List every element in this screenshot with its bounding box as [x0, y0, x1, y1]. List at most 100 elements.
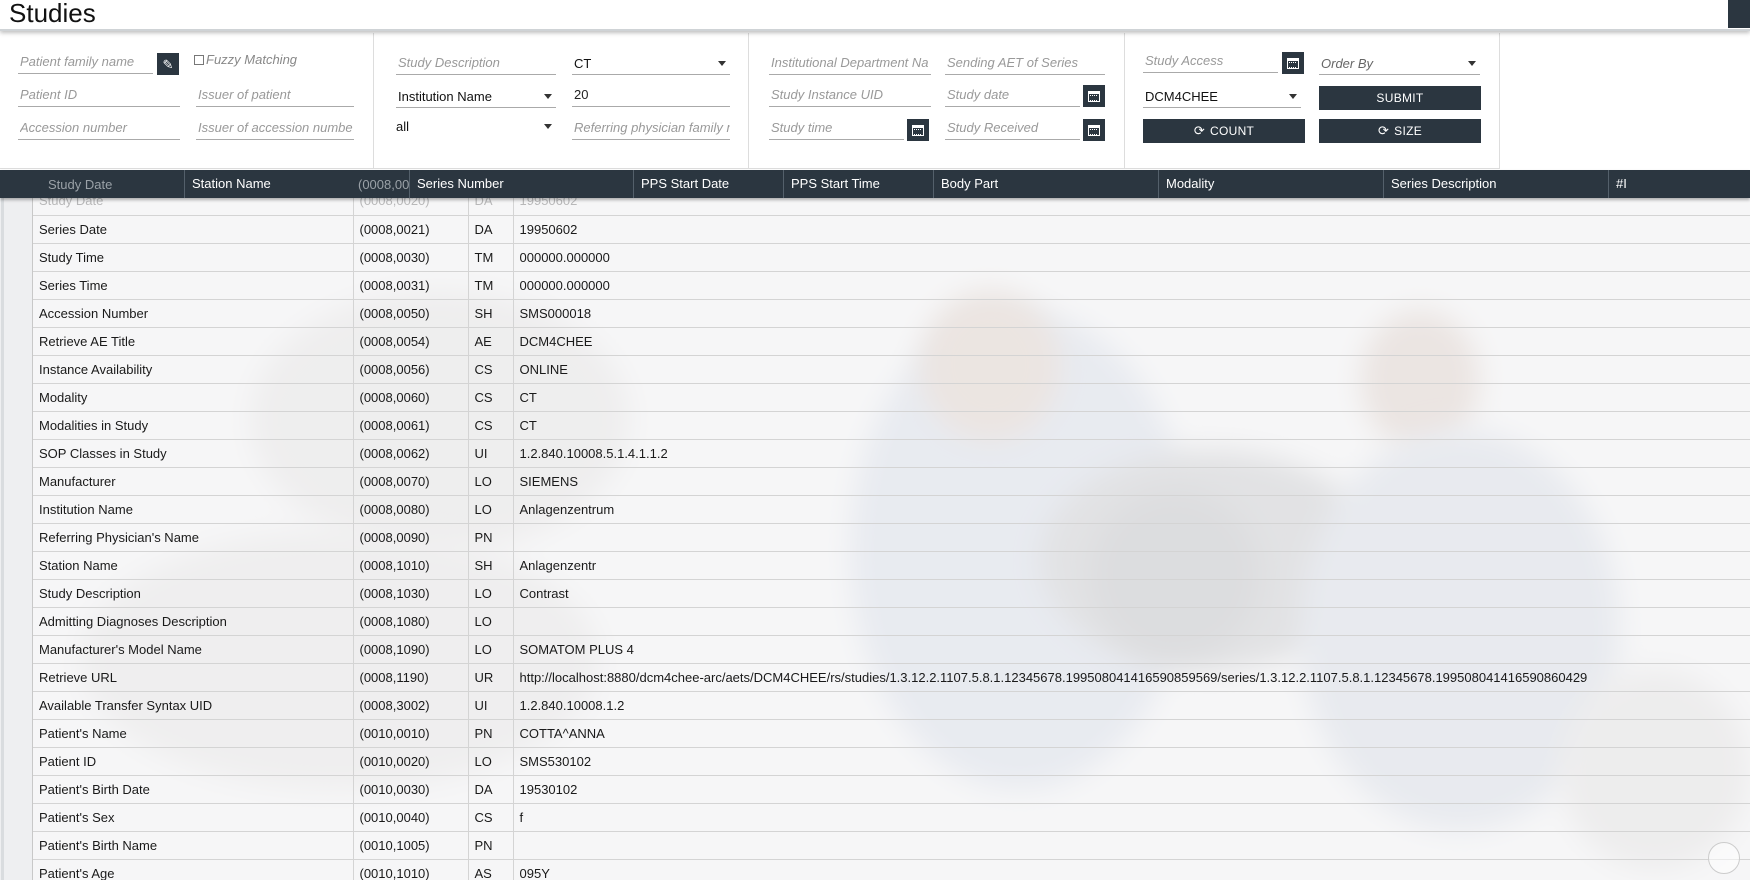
- all-select[interactable]: all: [394, 114, 556, 138]
- attribute-row[interactable]: Study Time (0008,0030) TM 000000.000000: [33, 243, 1750, 272]
- attribute-value-cell: COTTA^ANNA: [512, 719, 1750, 748]
- attribute-value-cell: 1.2.840.10008.1.2: [512, 691, 1750, 720]
- aet-select[interactable]: DCM4CHEE: [1143, 84, 1301, 108]
- attribute-name-cell: Patient ID: [33, 747, 353, 776]
- referring-physician-field[interactable]: [572, 116, 730, 140]
- attribute-row[interactable]: Referring Physician's Name (0008,0090) PN: [33, 523, 1750, 552]
- attribute-row[interactable]: Retrieve URL (0008,1190) UR http://localhos…: [33, 663, 1750, 692]
- attribute-value-cell: SMS530102: [512, 747, 1750, 776]
- attribute-value-cell: SMS000018: [512, 299, 1750, 328]
- study-date-calendar-button[interactable]: [1083, 85, 1105, 107]
- column-body-part[interactable]: Body Part: [933, 170, 1159, 198]
- study-access-field[interactable]: [1143, 49, 1278, 73]
- attribute-vr-cell: SH: [467, 551, 513, 580]
- column-pps-start-date[interactable]: PPS Start Date: [633, 170, 784, 198]
- study-time-input[interactable]: [769, 116, 904, 138]
- attribute-name-cell: Patient's Sex: [33, 803, 353, 832]
- attribute-value-cell: [512, 831, 1750, 860]
- fuzzy-matching-checkbox[interactable]: Fuzzy Matching: [194, 52, 297, 67]
- attribute-row[interactable]: Station Name (0008,1010) SH Anlagenzentr: [33, 551, 1750, 580]
- attribute-row[interactable]: Study Description (0008,1030) LO Contrast: [33, 579, 1750, 608]
- limit-field[interactable]: [572, 83, 730, 107]
- attribute-row[interactable]: SOP Classes in Study (0008,0062) UI 1.2.840…: [33, 439, 1750, 468]
- patient-id-input[interactable]: [18, 83, 180, 105]
- institutional-department-field[interactable]: [769, 51, 931, 75]
- column-series-number[interactable]: Series Number: [409, 170, 634, 198]
- study-date-input[interactable]: [945, 83, 1080, 105]
- attribute-vr-cell: PN: [467, 523, 513, 552]
- attribute-row[interactable]: Series Date (0008,0021) DA 19950602: [33, 215, 1750, 244]
- attribute-row[interactable]: Accession Number (0008,0050) SH SMS000018: [33, 299, 1750, 328]
- attribute-row[interactable]: Instance Availability (0008,0056) CS ONLINE: [33, 355, 1750, 384]
- column-instance-count[interactable]: #I: [1608, 170, 1750, 198]
- accession-number-input[interactable]: [18, 116, 180, 138]
- attribute-row[interactable]: Retrieve AE Title (0008,0054) AE DCM4CHEE: [33, 327, 1750, 356]
- issuer-of-patient-input[interactable]: [196, 83, 354, 105]
- column-station-name[interactable]: Station Name: [184, 170, 410, 198]
- submit-button[interactable]: SUBMIT: [1319, 86, 1481, 110]
- patient-filter-group: ✎ Fuzzy Matching: [0, 33, 374, 169]
- issuer-of-accession-field[interactable]: [196, 116, 354, 140]
- accession-number-field[interactable]: [18, 116, 180, 140]
- attribute-vr-cell: CS: [467, 411, 513, 440]
- institution-select[interactable]: Institution Name: [396, 84, 556, 108]
- sending-aet-input[interactable]: [945, 51, 1105, 73]
- all-select-value: all: [396, 119, 410, 134]
- dicom-attributes-table: Study Date (0008,0020) DA 19950602 Series Da…: [33, 187, 1750, 880]
- study-received-calendar-button[interactable]: [1083, 119, 1105, 141]
- study-date-field[interactable]: [945, 83, 1080, 107]
- issuer-of-patient-field[interactable]: [196, 83, 354, 107]
- study-access-calendar-button[interactable]: [1282, 52, 1304, 74]
- attribute-row[interactable]: Patient's Sex (0010,0040) CS f: [33, 803, 1750, 832]
- attribute-row[interactable]: Series Time (0008,0031) TM 000000.000000: [33, 271, 1750, 300]
- study-time-calendar-button[interactable]: [907, 119, 929, 141]
- sending-aet-field[interactable]: [945, 51, 1105, 75]
- patient-id-field[interactable]: [18, 83, 180, 107]
- scroll-indicator[interactable]: [1708, 842, 1740, 874]
- checkbox-box[interactable]: [194, 54, 204, 65]
- attribute-tag-cell: (0010,1005): [352, 831, 468, 860]
- column-modality[interactable]: Modality: [1158, 170, 1384, 198]
- attribute-tag-cell: (0008,0054): [352, 327, 468, 356]
- patient-family-name-input[interactable]: [18, 50, 153, 72]
- series-column-header: Study Date (0008,0020) 19950602 Station …: [0, 170, 1750, 198]
- study-time-field[interactable]: [769, 116, 904, 140]
- menu-button[interactable]: [1728, 0, 1750, 28]
- attribute-row[interactable]: Patient's Name (0010,0010) PN COTTA^ANNA: [33, 719, 1750, 748]
- edit-name-button[interactable]: ✎: [157, 53, 179, 75]
- attribute-row[interactable]: Modality (0008,0060) CS CT: [33, 383, 1750, 412]
- attribute-row[interactable]: Manufacturer's Model Name (0008,1090) LO SO…: [33, 635, 1750, 664]
- attribute-row[interactable]: Institution Name (0008,0080) LO Anlagenzent…: [33, 495, 1750, 524]
- attribute-vr-cell: UI: [467, 439, 513, 468]
- attribute-tag-cell: (0010,0010): [352, 719, 468, 748]
- study-description-field[interactable]: [396, 51, 556, 75]
- order-by-select[interactable]: Order By: [1319, 51, 1480, 75]
- study-received-field[interactable]: [945, 116, 1080, 140]
- attribute-row[interactable]: Available Transfer Syntax UID (0008,3002)…: [33, 691, 1750, 720]
- count-button[interactable]: ⟳ COUNT: [1143, 119, 1305, 143]
- issuer-of-accession-input[interactable]: [196, 116, 354, 138]
- attribute-value-cell: Anlagenzentrum: [512, 495, 1750, 524]
- study-description-input[interactable]: [396, 51, 556, 73]
- study-instance-uid-field[interactable]: [769, 83, 931, 107]
- attribute-row[interactable]: Modalities in Study (0008,0061) CS CT: [33, 411, 1750, 440]
- attribute-value-cell: 1.2.840.10008.5.1.4.1.1.2: [512, 439, 1750, 468]
- attribute-row[interactable]: Patient's Birth Date (0010,0030) DA 1953010…: [33, 775, 1750, 804]
- limit-input[interactable]: [572, 83, 730, 105]
- study-instance-uid-input[interactable]: [769, 83, 931, 105]
- attribute-row[interactable]: Admitting Diagnoses Description (0008,108…: [33, 607, 1750, 636]
- referring-physician-input[interactable]: [572, 116, 730, 138]
- attribute-row[interactable]: Patient's Age (0010,1010) AS 095Y: [33, 859, 1750, 880]
- study-received-input[interactable]: [945, 116, 1080, 138]
- column-series-description[interactable]: Series Description: [1383, 170, 1609, 198]
- modality-select[interactable]: CT: [572, 51, 730, 75]
- patient-family-name-field[interactable]: [18, 50, 153, 74]
- size-button[interactable]: ⟳ SIZE: [1319, 119, 1481, 143]
- institutional-department-input[interactable]: [769, 51, 931, 73]
- attribute-row[interactable]: Patient ID (0010,0020) LO SMS530102: [33, 747, 1750, 776]
- column-pps-start-time[interactable]: PPS Start Time: [783, 170, 934, 198]
- attribute-value-cell: Anlagenzentr: [512, 551, 1750, 580]
- study-access-input[interactable]: [1143, 49, 1278, 71]
- attribute-row[interactable]: Manufacturer (0008,0070) LO SIEMENS: [33, 467, 1750, 496]
- attribute-row[interactable]: Patient's Birth Name (0010,1005) PN: [33, 831, 1750, 860]
